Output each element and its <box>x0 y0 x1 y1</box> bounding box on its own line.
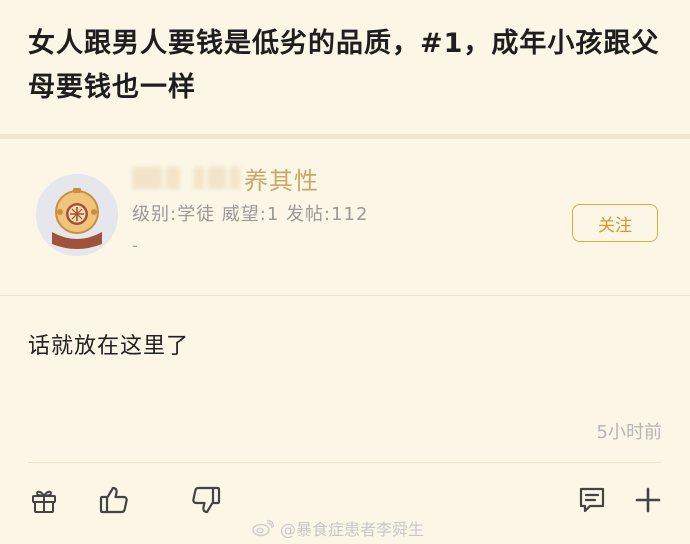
redacted-name-part <box>208 167 226 189</box>
divider <box>28 462 662 463</box>
post-title: 女人跟男人要钱是低劣的品质，#1，成年小孩跟父母要钱也一样 <box>28 28 660 103</box>
divider <box>0 295 690 296</box>
thumbs-up-icon <box>99 486 128 514</box>
author-extra: - <box>132 236 138 255</box>
weibo-logo-icon <box>252 519 274 537</box>
thumbs-down-icon <box>192 486 221 514</box>
avatar[interactable] <box>36 174 118 256</box>
dislike-button[interactable] <box>188 482 224 518</box>
author-meta: 级别:学徒 威望:1 发帖:112 <box>132 204 369 225</box>
more-button[interactable] <box>630 482 666 518</box>
redacted-name-part <box>132 167 162 189</box>
redacted-name-part <box>194 167 204 189</box>
follow-button[interactable]: 关注 <box>572 204 658 242</box>
comment-icon <box>579 487 605 513</box>
author-name-visible: 养其性 <box>244 166 319 195</box>
diver-helmet-icon <box>36 174 118 256</box>
redacted-name-part <box>230 167 240 189</box>
gift-icon <box>32 490 56 513</box>
plus-icon <box>635 487 661 513</box>
gift-button[interactable] <box>26 482 62 518</box>
author-name[interactable]: 养其性 <box>132 160 319 196</box>
like-button[interactable] <box>96 482 132 518</box>
watermark: @暴食症患者李舜生 <box>252 516 424 540</box>
redacted-name-part <box>166 167 180 189</box>
comment-button[interactable] <box>574 482 610 518</box>
post-time: 5小时前 <box>596 422 662 443</box>
watermark-text: @暴食症患者李舜生 <box>280 520 425 539</box>
post-content: 话就放在这里了 <box>28 334 190 359</box>
section-divider <box>0 134 690 139</box>
